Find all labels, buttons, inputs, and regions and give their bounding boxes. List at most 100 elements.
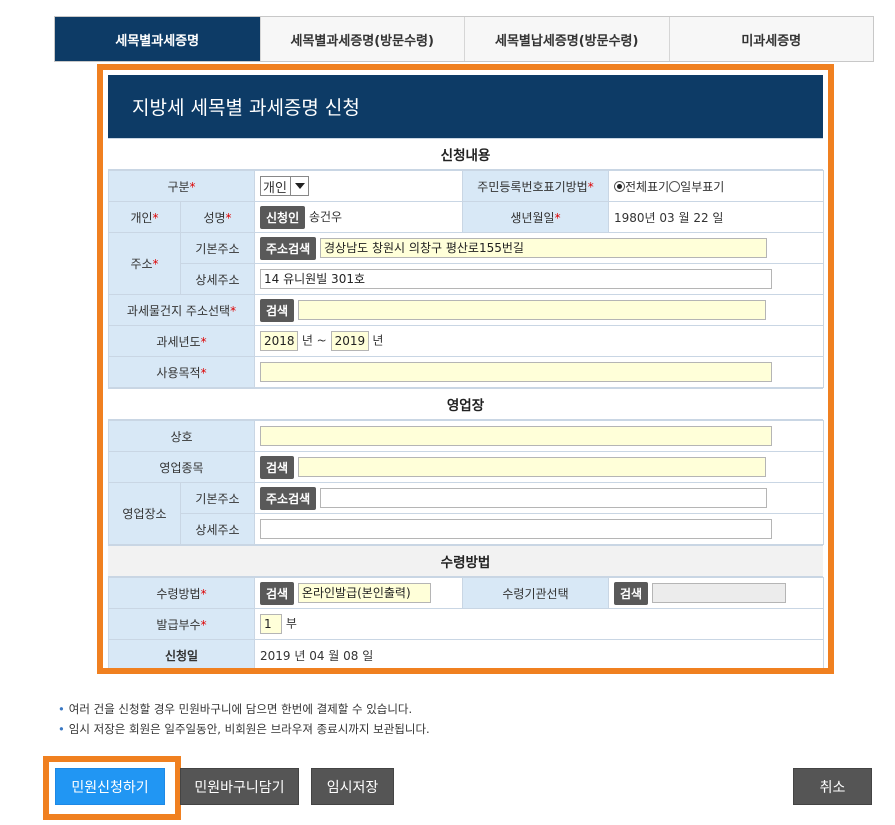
required-mark: *	[554, 210, 561, 225]
address-label: 주소	[130, 257, 153, 271]
required-mark: *	[225, 210, 232, 225]
person-label: 개인	[130, 210, 153, 225]
birth-label: 생년월일	[510, 210, 555, 225]
row-business-type: 영업종목 검색	[108, 451, 824, 483]
name-cell: 신청인 송건우	[254, 201, 463, 233]
rrn-full-radio[interactable]	[614, 180, 625, 192]
year-to-input[interactable]: 2019	[330, 331, 369, 351]
required-mark: *	[200, 586, 207, 601]
receive-agency-label: 수령기관선택	[462, 577, 609, 609]
receive-table: 수령방법* 검색 온라인발급(본인출력) 수령기관선택 검색 발급부수* 1 부	[108, 577, 824, 668]
required-mark: *	[152, 210, 159, 225]
purpose-cell	[254, 356, 824, 388]
apply-date-value: 2019 년 04 월 08 일	[254, 639, 824, 668]
year-separator: 년 ~	[301, 333, 327, 348]
business-base-address-cell: 주소검색	[254, 482, 824, 514]
rrn-options-cell: 전체표기 일부표기	[608, 170, 824, 202]
property-label-cell: 과세물건지 주소선택*	[108, 294, 255, 326]
notice-text: 임시 저장은 회원은 일주일동안, 비회원은 브라우져 종료시까지 보관됩니다.	[68, 722, 430, 736]
apply-date-label: 신청일	[108, 639, 255, 668]
rrn-partial-radio[interactable]	[669, 180, 681, 192]
row-business-base-address: 영업장소 기본주소 주소검색	[108, 482, 824, 545]
apply-table: 구분* 개인 주민등록번호표기방법* 전체표기 일부표기 개인* 성명* 신청인 …	[108, 170, 824, 388]
receive-method-search-button[interactable]: 검색	[260, 581, 295, 605]
notice-item: • 여러 건을 신청할 경우 민원바구니에 담으면 한번에 결제할 수 있습니다.	[58, 699, 430, 719]
chevron-down-icon	[289, 177, 308, 195]
birth-value: 1980년 03 월 22 일	[608, 201, 824, 233]
business-base-address-label: 기본주소	[180, 482, 255, 514]
notice-list: • 여러 건을 신청할 경우 민원바구니에 담으면 한번에 결제할 수 있습니다.…	[58, 699, 430, 739]
business-address-search-button[interactable]: 주소검색	[260, 486, 317, 510]
base-address-input[interactable]: 경상남도 창원시 의창구 평산로155번길	[320, 238, 767, 258]
row-apply-date: 신청일 2019 년 04 월 08 일	[108, 639, 824, 668]
business-type-cell: 검색	[254, 451, 824, 483]
temp-save-button[interactable]: 임시저장	[311, 768, 394, 805]
trade-name-label: 상호	[108, 420, 255, 452]
purpose-label-cell: 사용목적*	[108, 356, 255, 388]
purpose-input[interactable]	[260, 362, 772, 382]
notice-item: • 임시 저장은 회원은 일주일동안, 비회원은 브라우져 종료시까지 보관됩니다…	[58, 719, 430, 739]
business-type-search-button[interactable]: 검색	[260, 455, 295, 479]
tax-year-cell: 2018 년 ~ 2019 년	[254, 325, 824, 357]
bullet-icon: •	[58, 722, 65, 736]
tab-tax-certificate-visit[interactable]: 세목별과세증명(방문수령)	[259, 17, 464, 61]
gubun-select[interactable]: 개인	[260, 176, 309, 196]
address-search-button[interactable]: 주소검색	[260, 236, 317, 260]
apply-button[interactable]: 민원신청하기	[55, 768, 165, 805]
trade-name-input[interactable]	[260, 426, 772, 446]
business-type-label: 영업종목	[108, 451, 255, 483]
row-gubun: 구분* 개인 주민등록번호표기방법* 전체표기 일부표기	[108, 170, 824, 202]
row-receive-method: 수령방법* 검색 온라인발급(본인출력) 수령기관선택 검색	[108, 577, 824, 609]
copies-input[interactable]: 1	[260, 614, 282, 634]
tax-year-label: 과세년도	[156, 334, 201, 349]
receive-method-cell: 검색 온라인발급(본인출력)	[254, 577, 463, 609]
required-mark: *	[200, 617, 207, 632]
rrn-full-label: 전체표기	[625, 179, 670, 194]
detail-address-cell: 14 유니원빌 301호	[254, 263, 824, 295]
person-label-cell: 개인*	[108, 201, 181, 233]
trade-name-cell	[254, 420, 824, 452]
add-to-basket-button[interactable]: 민원바구니담기	[180, 768, 299, 805]
name-label: 성명	[203, 210, 226, 225]
gubun-label-cell: 구분*	[108, 170, 255, 202]
birth-label-cell: 생년월일*	[462, 201, 609, 233]
notice-text: 여러 건을 신청할 경우 민원바구니에 담으면 한번에 결제할 수 있습니다.	[68, 702, 413, 716]
required-mark: *	[189, 179, 196, 194]
receive-agency-search-button[interactable]: 검색	[614, 581, 649, 605]
name-label-cell: 성명*	[180, 201, 255, 233]
business-type-input[interactable]	[297, 457, 766, 477]
tax-year-label-cell: 과세년도*	[108, 325, 255, 357]
tab-tax-certificate[interactable]: 세목별과세증명	[55, 17, 260, 61]
receive-agency-cell: 검색	[608, 577, 824, 609]
receive-method-input[interactable]: 온라인발급(본인출력)	[297, 583, 431, 603]
required-mark: *	[230, 303, 237, 318]
receive-method-label: 수령방법	[156, 586, 201, 601]
row-trade-name: 상호	[108, 420, 824, 452]
copies-label-cell: 발급부수*	[108, 608, 255, 640]
property-search-button[interactable]: 검색	[260, 298, 295, 322]
form-title: 지방세 세목별 과세증명 신청	[108, 75, 823, 138]
applicant-button[interactable]: 신청인	[260, 205, 306, 229]
row-detail-address: 상세주소 14 유니원빌 301호	[109, 263, 824, 295]
row-purpose: 사용목적*	[108, 356, 824, 388]
required-mark: *	[587, 179, 594, 194]
property-address-input[interactable]	[297, 300, 766, 320]
receive-method-label-cell: 수령방법*	[108, 577, 255, 609]
gubun-value: 개인	[263, 180, 287, 196]
required-mark: *	[200, 365, 207, 380]
row-name: 개인* 성명* 신청인 송건우 생년월일* 1980년 03 월 22 일	[108, 201, 824, 233]
cancel-button[interactable]: 취소	[793, 768, 872, 805]
year-from-input[interactable]: 2018	[260, 331, 298, 351]
business-detail-address-input[interactable]	[260, 519, 772, 539]
receive-agency-input[interactable]	[651, 583, 786, 603]
gubun-cell: 개인	[254, 170, 463, 202]
bullet-icon: •	[58, 702, 65, 716]
detail-address-input[interactable]: 14 유니원빌 301호	[260, 269, 772, 289]
business-detail-address-cell	[254, 513, 824, 545]
row-tax-year: 과세년도* 2018 년 ~ 2019 년	[108, 325, 824, 357]
address-label-cell: 주소*	[108, 232, 181, 295]
required-mark: *	[200, 334, 207, 349]
business-base-address-input[interactable]	[320, 488, 767, 508]
tab-non-taxation-certificate[interactable]: 미과세증명	[668, 17, 873, 61]
tab-tax-payment-certificate-visit[interactable]: 세목별납세증명(방문수령)	[464, 17, 669, 61]
